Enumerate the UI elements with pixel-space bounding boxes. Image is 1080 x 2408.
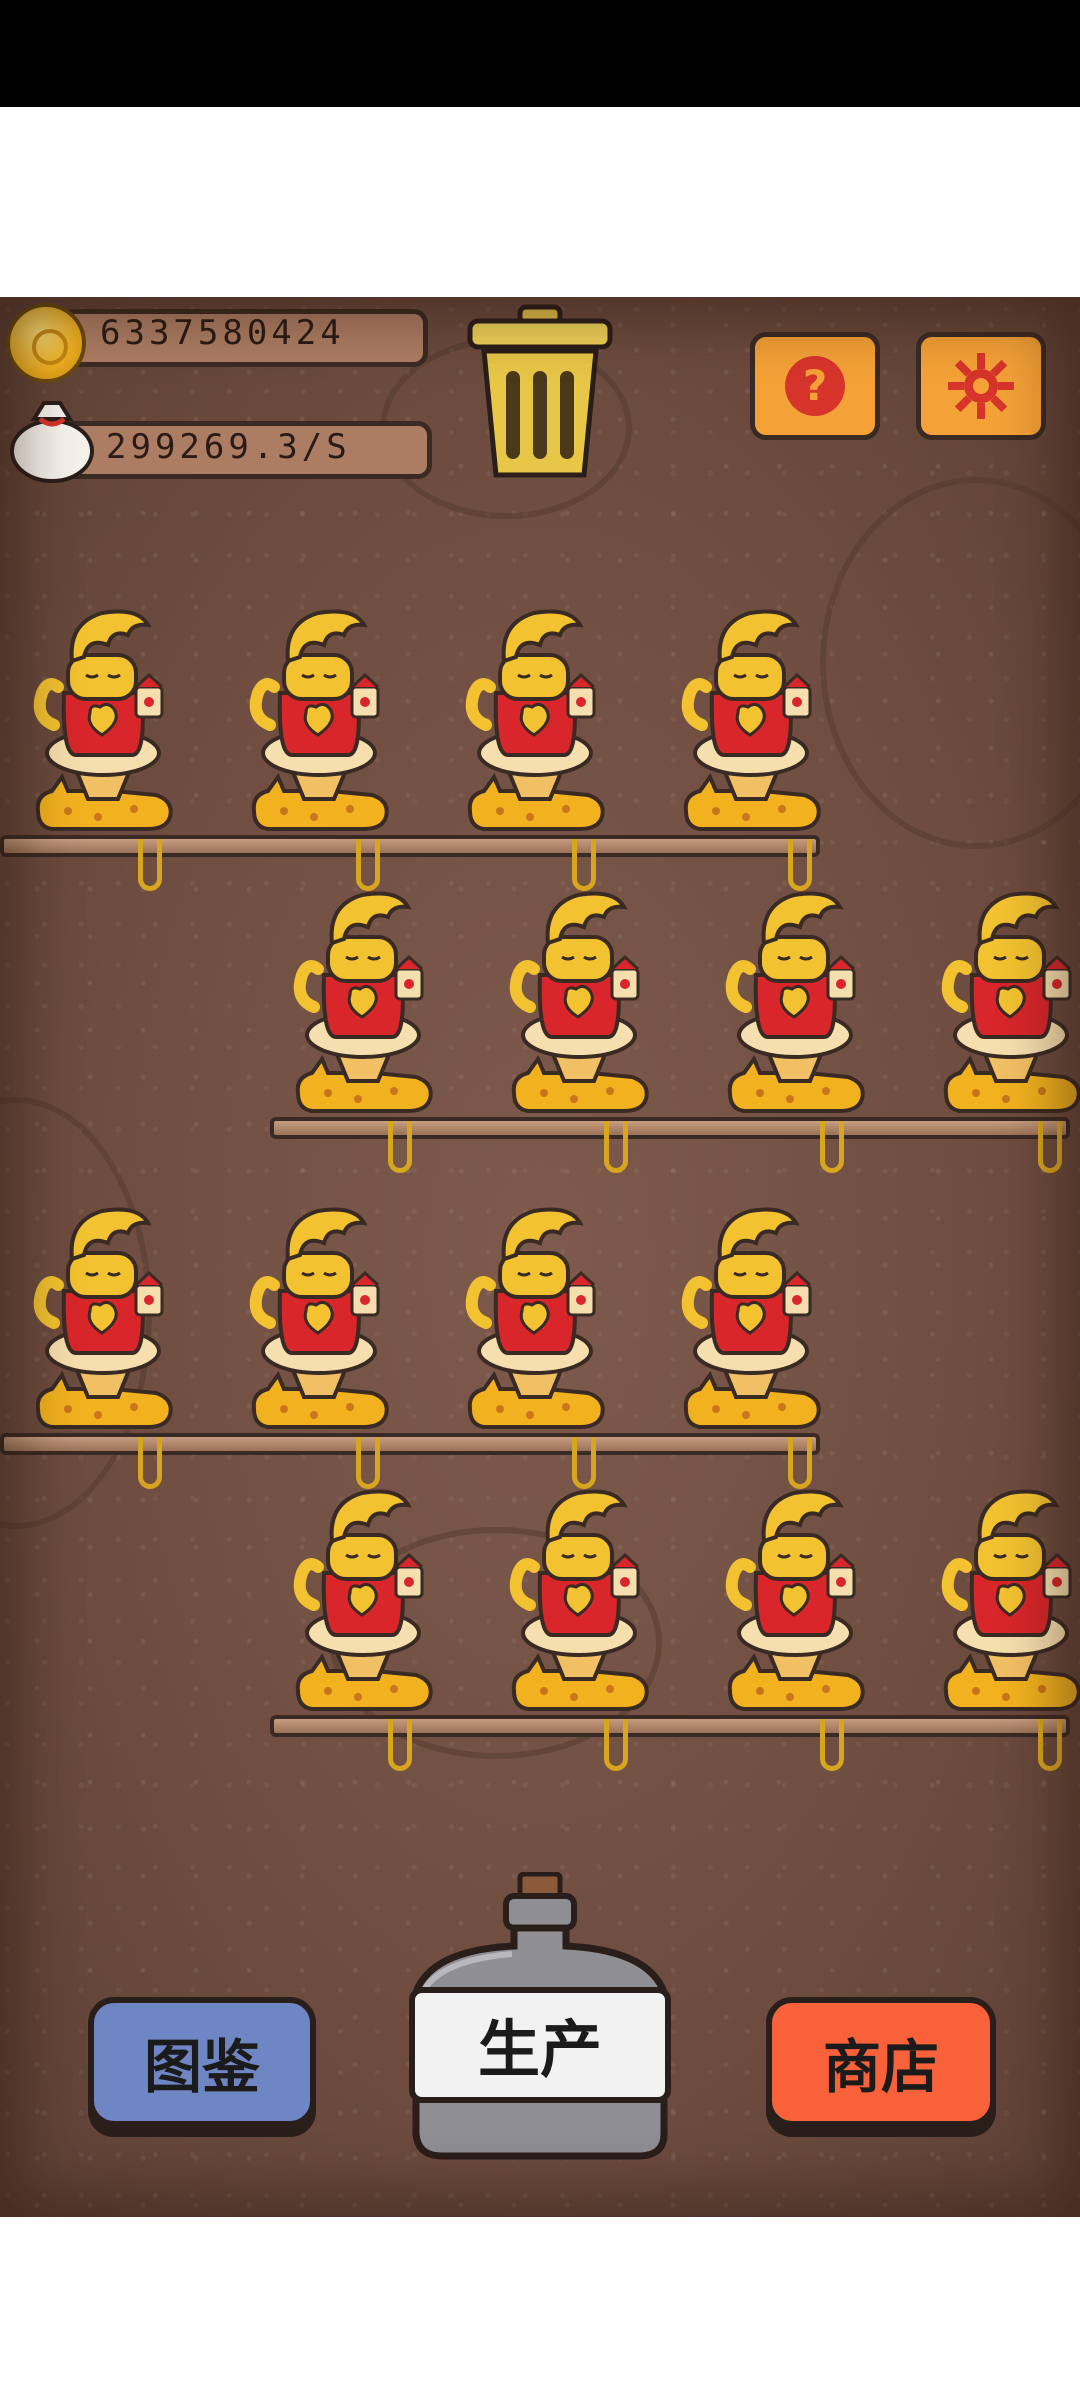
income-rate: 299269.3/S: [106, 427, 351, 467]
shelf-hook: [1038, 1121, 1062, 1173]
shelf-hook: [788, 1437, 812, 1489]
fortune-cat-figure[interactable]: [288, 1485, 438, 1715]
shelf-hook: [356, 839, 380, 891]
shelf-hook: [788, 839, 812, 891]
fortune-cat-figure[interactable]: [504, 1485, 654, 1715]
collection-button-label: 图鉴: [143, 2033, 260, 2101]
gear-icon: [948, 353, 1014, 419]
game-area[interactable]: 6337580424 299269.3/S ? 图鉴 生产 商店: [0, 297, 1080, 2217]
shelf-hook: [356, 1437, 380, 1489]
shelf-hook: [388, 1719, 412, 1771]
fortune-cat-figure[interactable]: [936, 1485, 1080, 1715]
shelf-hook: [572, 839, 596, 891]
question-mark-icon: ?: [785, 356, 845, 416]
shelf-hook: [820, 1719, 844, 1771]
wooden-shelf: [0, 1433, 820, 1455]
fortune-cat-figure[interactable]: [28, 1203, 178, 1433]
shelf-hook: [138, 1437, 162, 1489]
shelf-hook: [604, 1719, 628, 1771]
fortune-cat-figure[interactable]: [460, 1203, 610, 1433]
fortune-cat-figure[interactable]: [676, 605, 826, 835]
fortune-cat-figure[interactable]: [288, 887, 438, 1117]
wood-grain: [820, 477, 1080, 849]
shelf-hook: [820, 1121, 844, 1173]
help-button[interactable]: ?: [750, 332, 880, 440]
bottom-blank: [0, 2217, 1080, 2408]
svg-text:?: ?: [803, 361, 827, 410]
fortune-cat-figure[interactable]: [28, 605, 178, 835]
trash-can-icon[interactable]: [462, 303, 618, 483]
fortune-cat-figure[interactable]: [936, 887, 1080, 1117]
fortune-cat-figure[interactable]: [720, 1485, 870, 1715]
fortune-cat-figure[interactable]: [504, 887, 654, 1117]
shelf-hook: [1038, 1719, 1062, 1771]
fortune-cat-figure[interactable]: [460, 605, 610, 835]
shelf-hook: [572, 1437, 596, 1489]
wooden-shelf: [0, 835, 820, 857]
shelf-hook: [604, 1121, 628, 1173]
coin-count: 6337580424: [100, 313, 345, 353]
fortune-cat-figure[interactable]: [676, 1203, 826, 1433]
fortune-cat-figure[interactable]: [244, 1203, 394, 1433]
shelf-hook: [138, 839, 162, 891]
shop-button-label: 商店: [822, 2033, 939, 2101]
settings-button[interactable]: [916, 332, 1046, 440]
collection-button[interactable]: 图鉴: [88, 1997, 316, 2127]
status-bar: [0, 0, 1080, 107]
fortune-cat-figure[interactable]: [244, 605, 394, 835]
gold-coin-icon: [6, 303, 86, 383]
money-bag-icon: [10, 401, 94, 483]
produce-button-label[interactable]: 生产: [402, 1994, 678, 2094]
fortune-cat-figure[interactable]: [720, 887, 870, 1117]
shelf-hook: [388, 1121, 412, 1173]
shop-button[interactable]: 商店: [766, 1997, 996, 2127]
